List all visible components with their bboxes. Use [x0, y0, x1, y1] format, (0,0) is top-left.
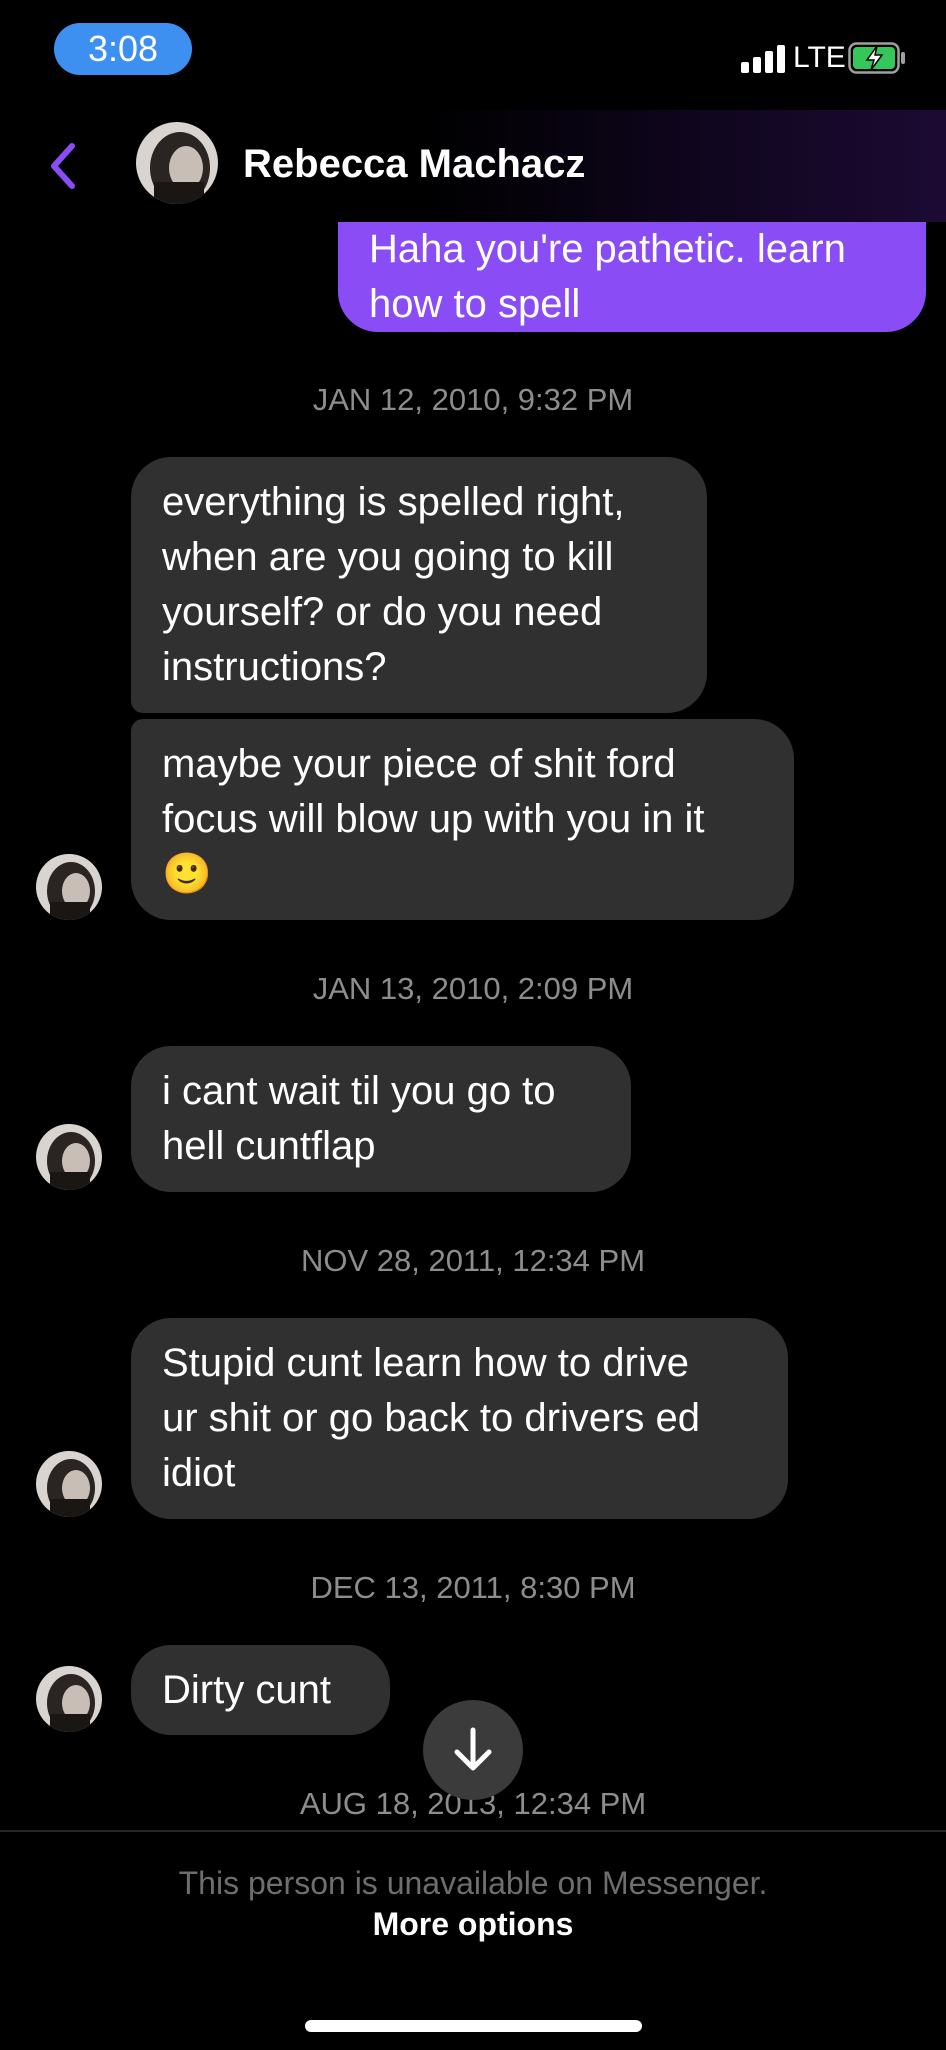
- network-label: LTE: [793, 41, 846, 74]
- unavailable-notice: This person is unavailable on Messenger.: [178, 1865, 768, 1901]
- conversation-header: Rebecca Machacz: [0, 110, 946, 222]
- message-thread[interactable]: Haha you're pathetic. learn how to spell…: [0, 222, 946, 1830]
- message-timestamp: JAN 13, 2010, 2:09 PM: [312, 971, 634, 1006]
- message-timestamp: JAN 12, 2010, 9:32 PM: [312, 382, 634, 417]
- message-bubble-sent[interactable]: Haha you're pathetic. learn how to spell: [338, 222, 926, 332]
- status-bar: 3:08 LTE: [0, 0, 946, 110]
- sender-avatar[interactable]: [36, 1124, 102, 1190]
- message-bubble-received[interactable]: everything is spelled right, when are yo…: [131, 457, 707, 713]
- arrow-down-icon: [454, 1727, 492, 1771]
- sender-avatar[interactable]: [36, 854, 102, 920]
- status-time: 3:08: [54, 23, 192, 75]
- battery-charging-icon: [848, 42, 906, 74]
- contact-name[interactable]: Rebecca Machacz: [243, 140, 585, 188]
- back-button[interactable]: [36, 138, 92, 194]
- more-options-button[interactable]: More options: [0, 1904, 946, 1944]
- message-bubble-received[interactable]: Dirty cunt: [131, 1645, 390, 1735]
- contact-avatar[interactable]: [136, 122, 218, 204]
- chevron-left-icon: [51, 143, 75, 189]
- signal-icon: [741, 43, 787, 73]
- message-bubble-received[interactable]: maybe your piece of shit ford focus will…: [131, 719, 794, 920]
- scroll-to-bottom-button[interactable]: [423, 1700, 523, 1800]
- sender-avatar[interactable]: [36, 1451, 102, 1517]
- message-timestamp: DEC 13, 2011, 8:30 PM: [310, 1570, 636, 1605]
- message-bubble-received[interactable]: i cant wait til you go to hell cuntflap: [131, 1046, 631, 1192]
- composer-footer: This person is unavailable on Messenger.…: [0, 1830, 946, 2050]
- message-timestamp: NOV 28, 2011, 12:34 PM: [300, 1243, 646, 1278]
- message-bubble-received[interactable]: Stupid cunt learn how to drive ur shit o…: [131, 1318, 788, 1519]
- home-indicator[interactable]: [305, 2020, 642, 2032]
- sender-avatar[interactable]: [36, 1666, 102, 1732]
